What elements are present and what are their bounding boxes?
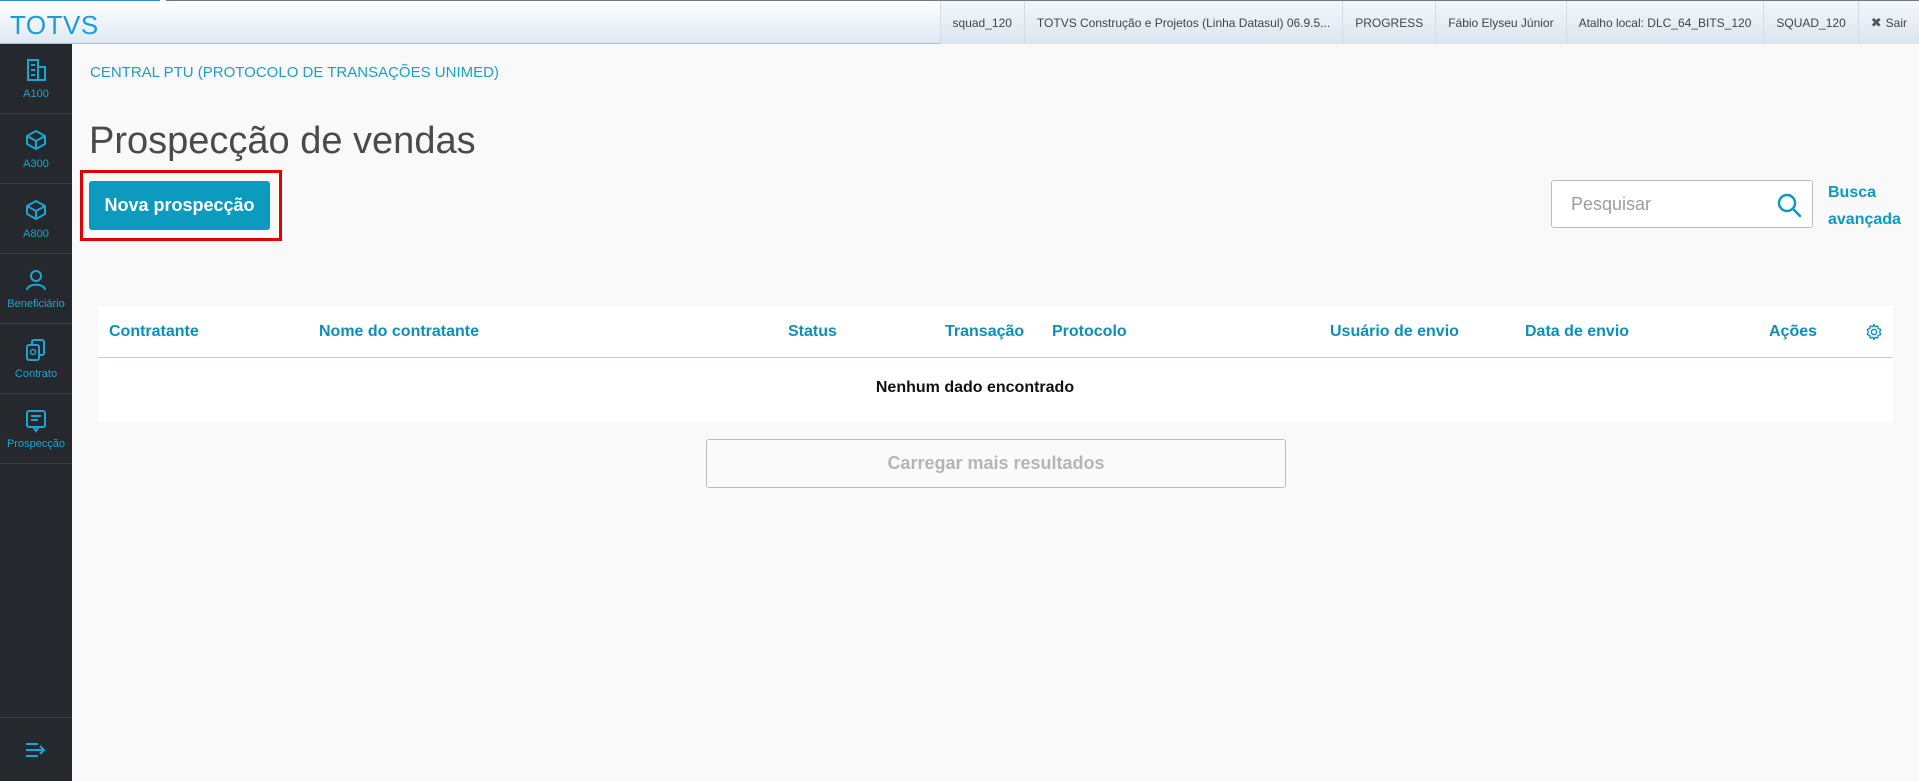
sidebar-collapse-button[interactable] (0, 717, 72, 781)
table-header: Contratante Nome do contratante Status T… (98, 306, 1893, 358)
sidebar-item-label: Contrato (14, 368, 58, 380)
empty-message: Nenhum dado encontrado (875, 379, 1075, 396)
clipboard-icon (26, 410, 46, 433)
new-prospection-button[interactable]: Nova prospecção (89, 181, 270, 230)
column-header-acoes: Ações (1769, 323, 1818, 340)
gear-icon[interactable] (1865, 323, 1883, 341)
sidebar-item-label: A300 (23, 158, 49, 170)
page-title: Prospecção de vendas (89, 120, 476, 162)
sidebar-item-contrato[interactable]: Contrato (0, 324, 72, 394)
search-icon[interactable] (1776, 192, 1802, 218)
column-header-status[interactable]: Status (788, 323, 837, 341)
menu-collapse-icon (26, 742, 46, 757)
column-header-protocolo[interactable]: Protocolo (1052, 323, 1127, 341)
top-bar: TOTVS squad_120 TOTVS Construção e Proje… (0, 0, 1919, 44)
load-more-button[interactable]: Carregar mais resultados (706, 439, 1286, 488)
advanced-search-line2: avançada (1828, 211, 1901, 228)
column-header-data-envio[interactable]: Data de envio (1525, 323, 1629, 341)
topbar-segment-company: SQUAD_120 (1763, 1, 1858, 44)
search-input[interactable] (1553, 182, 1771, 226)
close-icon: ✖ (1870, 14, 1882, 30)
breadcrumb[interactable]: CENTRAL PTU (PROTOCOLO DE TRANSAÇÕES UNI… (90, 64, 499, 81)
topbar-segment-shortcut: Atalho local: DLC_64_BITS_120 (1565, 1, 1764, 44)
column-header-contratante[interactable]: Contratante (109, 323, 199, 341)
advanced-search-link[interactable]: Busca avançada (1828, 179, 1908, 233)
column-header-transacao[interactable]: Transação (945, 323, 1024, 341)
sidebar-item-label: A800 (23, 228, 49, 240)
topbar-segment-user: Fábio Elyseu Júnior (1435, 1, 1566, 44)
search-box (1551, 180, 1813, 228)
session-info: squad_120 TOTVS Construção e Projetos (L… (939, 1, 1919, 44)
user-icon (26, 270, 46, 291)
advanced-search-line1: Busca (1828, 184, 1877, 201)
sidebar-item-a800[interactable]: A800 (0, 184, 72, 254)
topbar-segment-product: TOTVS Construção e Projetos (Linha Datas… (1023, 1, 1343, 44)
topbar-segment-database: PROGRESS (1342, 1, 1436, 44)
sidebar-item-label: A100 (23, 88, 49, 100)
building-icon (27, 59, 46, 81)
logout-button[interactable]: ✖ Sair (1857, 1, 1919, 44)
cube-icon (26, 200, 46, 220)
sidebar-item-prospeccao[interactable]: Prospecção (0, 394, 72, 464)
logout-label: Sair (1885, 15, 1907, 30)
sidebar-item-label: Beneficiário (7, 298, 65, 310)
sidebar: A100 A300 A800 Beneficiário Contrato Pro… (0, 44, 72, 781)
sidebar-item-beneficiario[interactable]: Beneficiário (0, 254, 72, 324)
cube-icon (26, 130, 46, 150)
results-table: Contratante Nome do contratante Status T… (98, 306, 1893, 421)
sidebar-item-a100[interactable]: A100 (0, 44, 72, 114)
topbar-segment-squad: squad_120 (939, 1, 1024, 44)
totvs-logo: TOTVS (10, 10, 99, 40)
documents-icon (26, 339, 45, 361)
column-header-nome-contratante[interactable]: Nome do contratante (319, 323, 479, 341)
column-header-usuario-envio[interactable]: Usuário de envio (1330, 323, 1459, 341)
sidebar-item-label: Prospecção (6, 438, 66, 450)
sidebar-item-a300[interactable]: A300 (0, 114, 72, 184)
